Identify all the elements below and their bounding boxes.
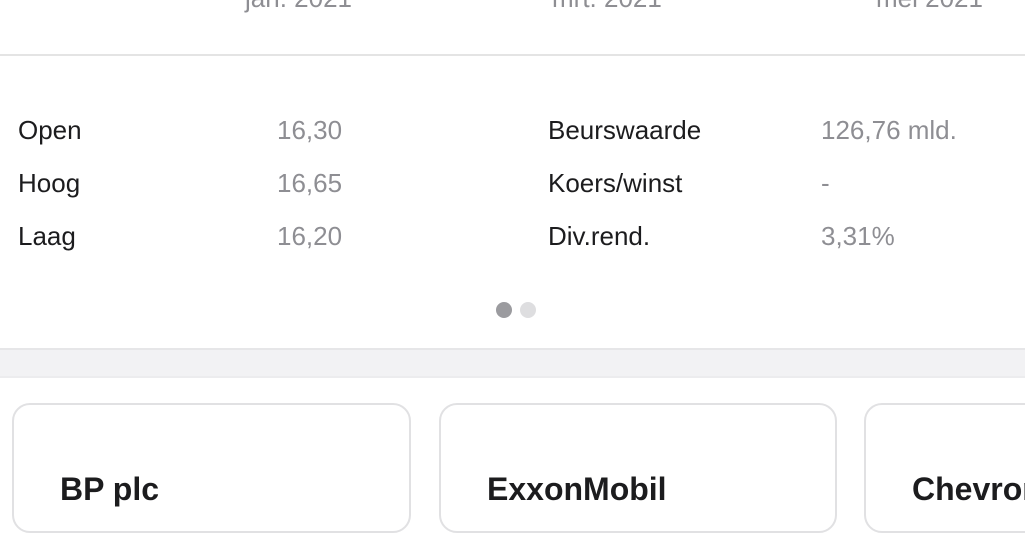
- related-stock-card-bp[interactable]: BP plc: [12, 403, 411, 533]
- stat-value-open: 16,30: [277, 115, 343, 145]
- stock-name: BP plc: [60, 471, 159, 507]
- stat-label-open: Open: [18, 115, 82, 145]
- stat-value-low: 16,20: [277, 221, 343, 251]
- page-dot-active[interactable]: [496, 302, 512, 318]
- x-axis-tick-label: jan. 2021: [245, 0, 352, 14]
- stat-value-high: 16,65: [277, 168, 343, 198]
- x-axis-tick-label: mei 2021: [876, 0, 983, 14]
- x-axis-tick-label: mrt. 2021: [552, 0, 662, 14]
- chart-x-axis: jan. 2021 mrt. 2021 mei 2021: [0, 0, 1025, 56]
- stat-value-dividend-yield: 3,31%: [821, 221, 895, 251]
- page-dot-inactive[interactable]: [520, 302, 536, 318]
- stat-label-high: Hoog: [18, 168, 81, 198]
- stat-label-low: Laag: [18, 221, 76, 251]
- key-statistics-panel[interactable]: Open 16,30 Hoog 16,65 Laag 16,20 Beurswa…: [0, 108, 1025, 258]
- related-stock-card-exxonmobil[interactable]: ExxonMobil: [439, 403, 837, 533]
- stock-name: ExxonMobil: [487, 471, 667, 507]
- stock-name: Chevron: [912, 471, 1025, 507]
- stat-label-dividend-yield: Div.rend.: [548, 221, 651, 251]
- stat-value-pe-ratio: -: [821, 168, 830, 198]
- related-stock-card-chevron[interactable]: Chevron: [864, 403, 1025, 533]
- stat-label-market-cap: Beurswaarde: [548, 115, 702, 145]
- section-separator: [0, 348, 1025, 378]
- stat-label-pe-ratio: Koers/winst: [548, 168, 683, 198]
- stat-value-market-cap: 126,76 mld.: [821, 115, 957, 145]
